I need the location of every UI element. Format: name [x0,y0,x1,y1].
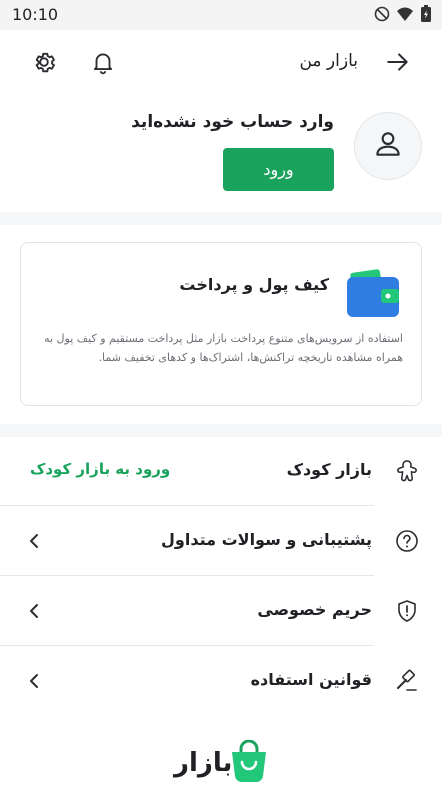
wallet-title: کیف پول و پرداخت [179,275,329,294]
menu-item-terms[interactable]: قوانین استفاده [0,646,442,716]
shield-alert-icon [394,598,420,624]
status-bar: 10:10 [0,0,442,30]
wallet-description: استفاده از سرویس‌های متنوع پرداخت بازار … [44,332,403,364]
menu-item-label: بازار کودک [286,460,372,479]
dnd-icon [374,6,390,22]
menu-item-label: قوانین استفاده [250,670,372,689]
settings-button[interactable] [30,50,58,78]
chevron-left-icon [24,600,44,622]
kids-login-link[interactable]: ورود به بازار کودک [30,460,170,478]
menu-item-support[interactable]: پشتیبانی و سوالات متداول [0,506,442,576]
user-icon [372,128,404,164]
shopping-bag-icon [228,739,270,784]
back-button[interactable] [384,50,412,78]
avatar[interactable] [354,112,422,180]
section-divider [0,212,442,225]
menu-item-privacy[interactable]: حریم خصوصی [0,576,442,646]
chevron-left-icon [24,670,44,692]
gavel-icon [394,668,420,694]
account-section: وارد حساب خود نشده‌اید ورود [0,98,442,210]
status-time: 10:10 [12,5,59,24]
page-title: بازار من [299,51,358,71]
battery-icon [420,5,432,23]
login-button[interactable]: ورود [223,148,334,191]
help-circle-icon [394,528,420,554]
menu-item-label: حریم خصوصی [257,600,372,619]
status-icons [374,5,432,23]
arrow-right-icon [385,49,411,79]
notifications-button[interactable] [89,50,117,78]
chevron-left-icon [24,530,44,552]
gear-icon [31,49,57,79]
bell-icon [90,49,116,79]
brand-name: بازار [174,748,233,778]
menu-item-kids[interactable]: بازار کودک ورود به بازار کودک [0,436,442,506]
wallet-card[interactable]: کیف پول و پرداخت استفاده از سرویس‌های مت… [20,242,422,406]
app-bar: بازار من [0,30,442,98]
menu-item-label: پشتیبانی و سوالات متداول [161,530,372,549]
wallet-icon [341,261,403,323]
wifi-icon [396,6,414,22]
gingerbread-icon [394,458,420,484]
bazaar-logo: بازار [170,739,274,786]
not-logged-in-message: وارد حساب خود نشده‌اید [131,112,334,132]
